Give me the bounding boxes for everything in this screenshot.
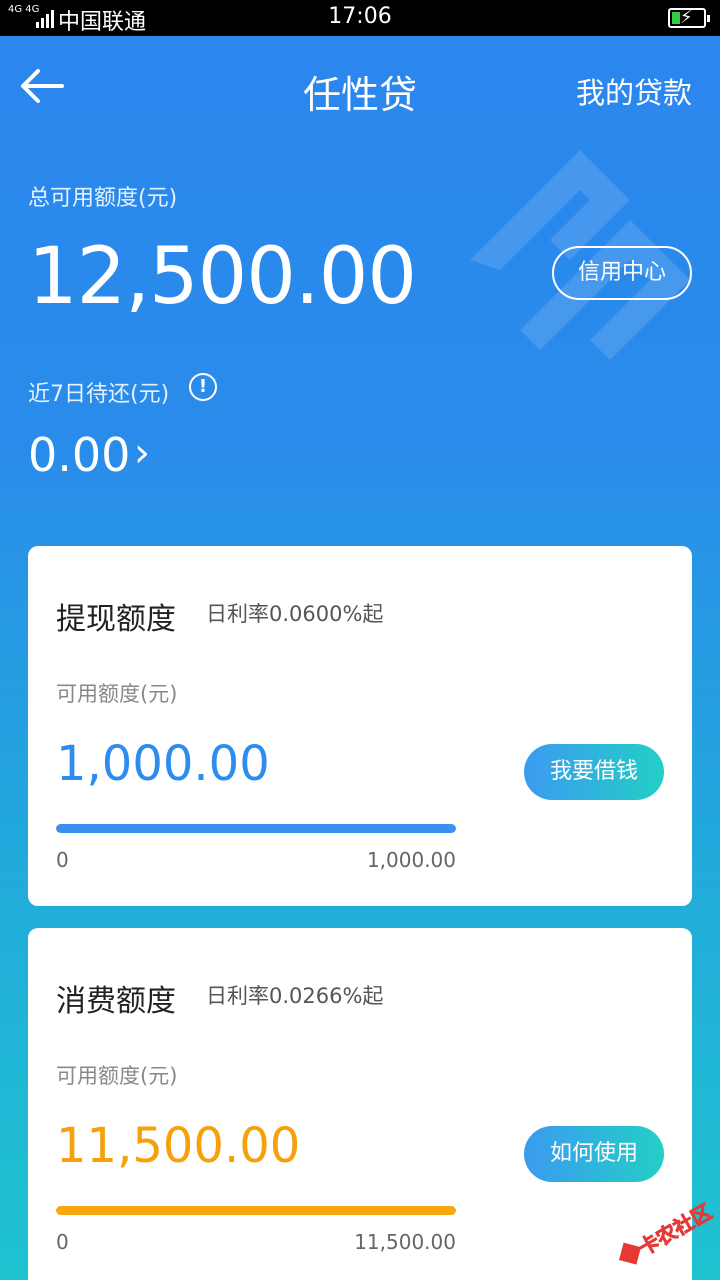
available-label: 可用额度(元) — [56, 682, 178, 706]
chevron-right-icon[interactable]: › — [134, 430, 150, 476]
daily-rate: 日利率0.0600%起 — [206, 602, 384, 626]
range-max: 1,000.00 — [366, 848, 456, 872]
credit-progress-bar — [56, 824, 456, 833]
charging-icon: ⚡ — [680, 7, 693, 28]
due-7days-value[interactable]: 0.00 — [28, 428, 130, 482]
card-title: 消费额度 — [56, 984, 176, 1019]
daily-rate: 日利率0.0266%起 — [206, 984, 384, 1008]
brand-watermark-logo: 卡农社区 — [618, 1199, 716, 1265]
borrow-button[interactable]: 我要借钱 — [524, 744, 664, 800]
brand-text: 卡农社区 — [635, 1199, 716, 1260]
range-max: 11,500.00 — [354, 1230, 456, 1254]
cash-credit-card: 提现额度 日利率0.0600%起 可用额度(元) 1,000.00 我要借钱 0… — [28, 546, 692, 906]
credit-progress-track — [56, 824, 456, 833]
how-to-use-button[interactable]: 如何使用 — [524, 1126, 664, 1182]
consumer-credit-card: 消费额度 日利率0.0266%起 可用额度(元) 11,500.00 如何使用 … — [28, 928, 692, 1280]
battery-icon: ⚡ — [668, 7, 710, 28]
credit-progress-bar — [56, 1206, 456, 1215]
range-min: 0 — [56, 1230, 69, 1254]
range-min: 0 — [56, 848, 69, 872]
available-label: 可用额度(元) — [56, 1064, 178, 1088]
card-title: 提现额度 — [56, 602, 176, 637]
top-nav: 任性贷 我的贷款 — [0, 36, 720, 136]
total-credit-label: 总可用额度(元) — [28, 186, 178, 211]
due-7days-label: 近7日待还(元) — [28, 382, 170, 407]
credit-center-button[interactable]: 信用中心 — [552, 246, 692, 300]
status-bar: 4G 4G 中国联通 17:06 ⚡ — [0, 0, 720, 36]
credit-progress-track — [56, 1206, 456, 1215]
total-credit-value: 12,500.00 — [28, 232, 417, 322]
clock: 17:06 — [328, 4, 392, 29]
info-icon[interactable]: ! — [189, 373, 217, 401]
available-value: 1,000.00 — [56, 736, 270, 792]
available-value: 11,500.00 — [56, 1118, 301, 1174]
my-loans-link[interactable]: 我的贷款 — [576, 70, 692, 112]
